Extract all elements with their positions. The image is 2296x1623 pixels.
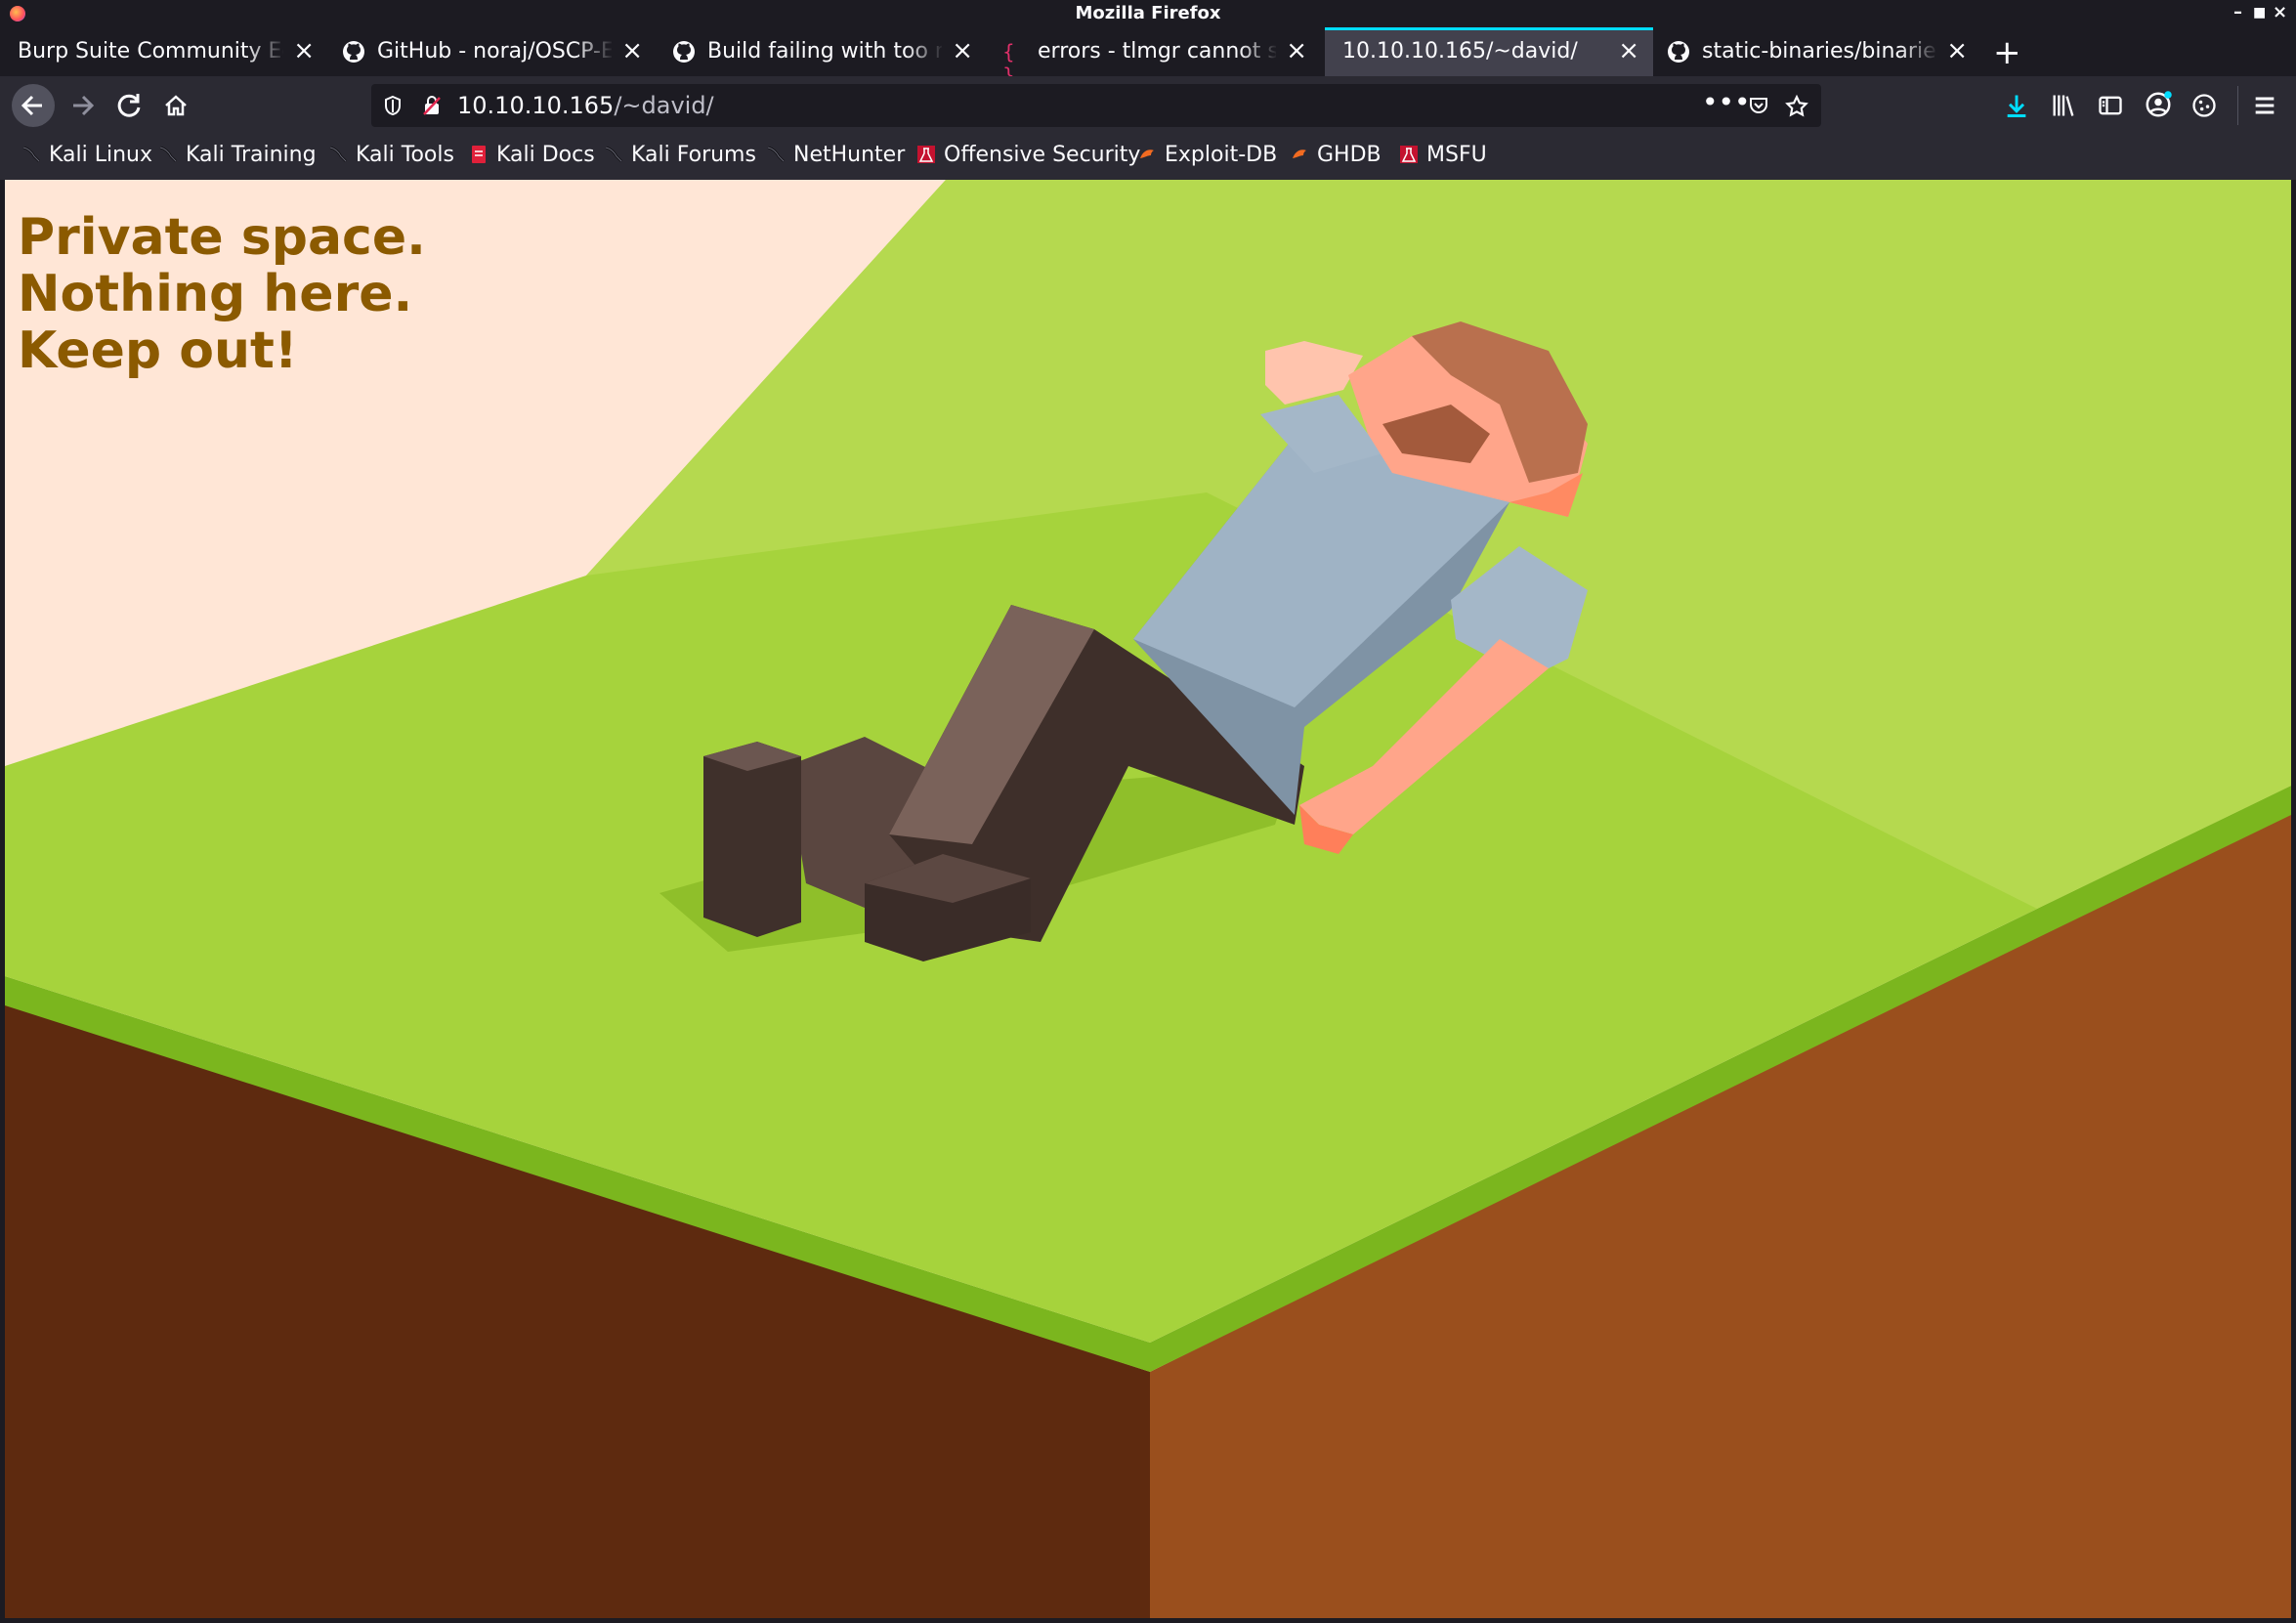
close-tab-icon[interactable]: ×	[1286, 36, 1307, 65]
maximize-icon[interactable]: ■	[2253, 5, 2266, 21]
tab-strip: Burp Suite Community Editio × GitHub - n…	[0, 27, 2296, 87]
window-title: Mozilla Firefox	[1075, 3, 1221, 23]
sidebar-icon[interactable]	[2097, 92, 2124, 119]
github-icon	[673, 41, 695, 63]
tab-david-active[interactable]: 10.10.10.165/~david/ ×	[1325, 27, 1653, 76]
url-text[interactable]: 10.10.10.165/~david/	[457, 92, 714, 119]
reload-button[interactable]	[107, 84, 150, 127]
url-bar[interactable]: 10.10.10.165/~david/ •••	[371, 84, 1821, 127]
bookmark-kali-docs[interactable]: Kali Docs	[469, 143, 595, 172]
bookmark-msfu[interactable]: MSFU	[1399, 143, 1487, 172]
arrow-left-icon	[21, 95, 42, 116]
url-host: 10.10.10.165	[457, 92, 615, 119]
minimize-icon[interactable]: –	[2233, 2, 2242, 22]
bookmark-nethunter[interactable]: NetHunter	[766, 143, 905, 172]
bookmark-kali-linux[interactable]: Kali Linux	[21, 143, 152, 172]
close-tab-icon[interactable]: ×	[1946, 36, 1968, 65]
bookmark-kali-training[interactable]: Kali Training	[158, 143, 317, 172]
shoe-left	[703, 742, 801, 937]
bookmark-kali-forums[interactable]: Kali Forums	[604, 143, 756, 172]
shield-icon[interactable]	[381, 94, 404, 117]
close-tab-icon[interactable]: ×	[293, 36, 315, 65]
url-path: /~david/	[614, 92, 714, 119]
offsec-icon	[917, 146, 935, 163]
close-window-icon[interactable]: ×	[2273, 2, 2287, 22]
toolbar-divider	[2237, 86, 2238, 125]
page-message: Private space. Nothing here. Keep out!	[18, 209, 426, 379]
kali-dragon-icon	[329, 146, 347, 162]
exploitdb-icon	[1140, 149, 1154, 158]
bookmark-kali-tools[interactable]: Kali Tools	[328, 143, 454, 172]
github-icon	[1668, 41, 1689, 63]
menu-icon[interactable]	[2251, 92, 2278, 119]
downloads-icon[interactable]	[2003, 92, 2030, 119]
message-line-2: Nothing here.	[18, 265, 413, 323]
reload-icon	[117, 94, 141, 117]
insecure-lock-icon[interactable]	[420, 94, 444, 117]
back-button[interactable]	[12, 84, 55, 127]
bookmarks-toolbar: Kali Linux Kali Training Kali Tools Kali…	[0, 135, 2296, 180]
tab-tlmgr-errors[interactable]: { } errors - tlmgr cannot setu ×	[993, 27, 1321, 87]
bookmark-offensive-security[interactable]: Offensive Security	[916, 143, 1140, 172]
kali-dragon-icon	[22, 146, 40, 162]
tab-burp-suite[interactable]: Burp Suite Community Editio ×	[0, 27, 328, 76]
isometric-illustration	[5, 180, 2291, 1618]
tab-label: Burp Suite Community Editio	[18, 39, 283, 64]
home-icon	[165, 95, 187, 116]
exploitdb-icon	[1293, 149, 1306, 158]
forward-button[interactable]	[61, 84, 104, 127]
new-tab-button[interactable]: +	[1993, 33, 2021, 72]
close-tab-icon[interactable]: ×	[952, 36, 973, 65]
tab-static-binaries[interactable]: static-binaries/binaries/li ×	[1657, 27, 1981, 76]
offsec-icon	[1400, 146, 1418, 163]
pocket-icon[interactable]	[1747, 94, 1770, 117]
tab-build-failing[interactable]: Build failing with too man ×	[662, 27, 987, 76]
page-content: Private space. Nothing here. Keep out!	[5, 180, 2291, 1618]
github-icon	[343, 41, 364, 63]
navigation-bar: 10.10.10.165/~david/ •••	[0, 76, 2296, 135]
close-tab-icon[interactable]: ×	[621, 36, 643, 65]
message-line-3: Keep out!	[18, 321, 298, 380]
bookmark-star-icon[interactable]	[1784, 94, 1809, 119]
bookmark-ghdb[interactable]: GHDB	[1290, 143, 1382, 172]
braces-icon: { }	[1002, 40, 1015, 87]
library-icon[interactable]	[2050, 92, 2077, 119]
kali-docs-icon	[472, 146, 486, 163]
kali-dragon-icon	[159, 146, 177, 162]
kali-dragon-icon	[605, 146, 622, 162]
tab-label: 10.10.10.165/~david/	[1342, 39, 1578, 64]
kali-dragon-icon	[767, 146, 785, 162]
tab-github-oscp[interactable]: GitHub - noraj/OSCP-Exa ×	[332, 27, 657, 76]
cookie-extension-icon[interactable]	[2190, 92, 2218, 119]
bookmark-exploit-db[interactable]: Exploit-DB	[1137, 143, 1277, 172]
message-line-1: Private space.	[18, 208, 426, 267]
arrow-right-icon	[73, 95, 95, 116]
title-bar: Mozilla Firefox – ■ ×	[0, 0, 2296, 27]
home-button[interactable]	[154, 84, 197, 127]
account-icon[interactable]	[2144, 90, 2173, 119]
page-actions-icon[interactable]: •••	[1702, 86, 1751, 118]
close-tab-icon[interactable]: ×	[1618, 36, 1639, 65]
